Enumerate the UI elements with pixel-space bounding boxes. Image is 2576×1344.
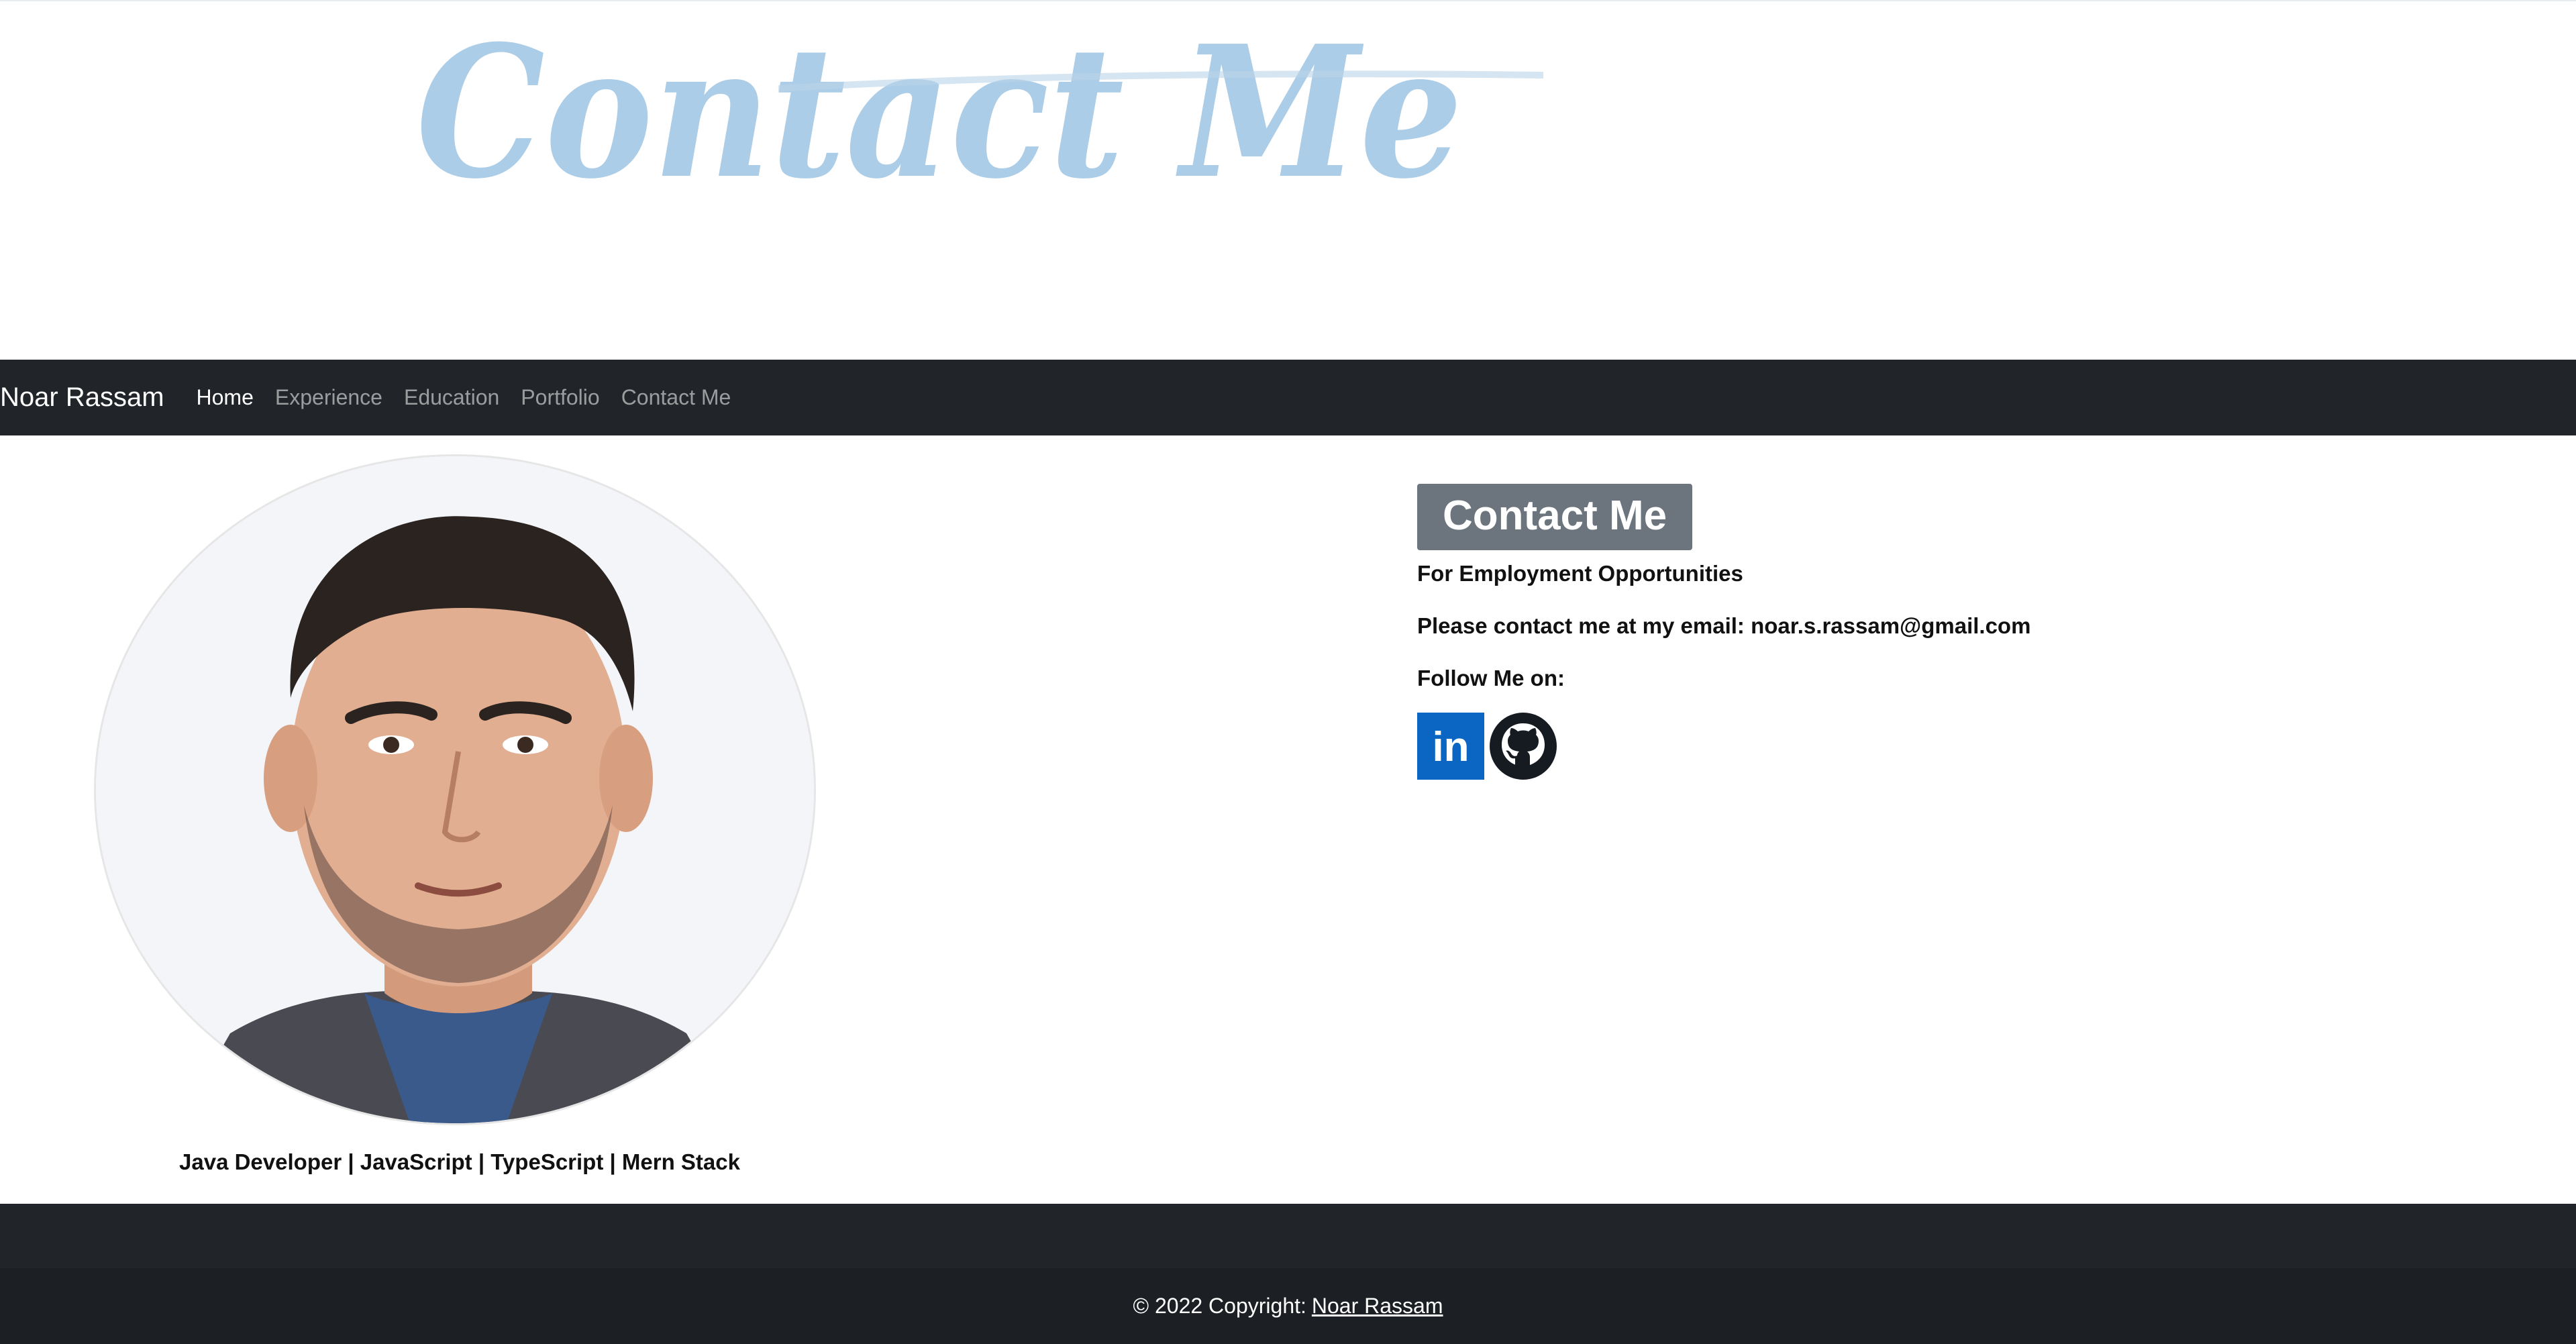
profile-tagline: Java Developer | JavaScript | TypeScript… <box>179 1149 740 1174</box>
footer: © 2022 Copyright: Noar Rassam <box>0 1268 2576 1344</box>
footer-band <box>0 1204 2576 1268</box>
email-text: Please contact me at my email: noar.s.ra… <box>1417 613 2031 638</box>
linkedin-label: in <box>1432 724 1469 770</box>
nav-link-home[interactable]: Home <box>197 385 254 410</box>
social-links: in <box>1417 713 2424 780</box>
nav-link-contact-me[interactable]: Contact Me <box>621 385 731 410</box>
navbar-brand[interactable]: Noar Rassam <box>0 382 164 413</box>
banner-text-primary: Contact Me <box>416 35 1463 216</box>
nav-link-education[interactable]: Education <box>404 385 499 410</box>
follow-text: Follow Me on: <box>1417 666 1565 690</box>
nav-link-portfolio[interactable]: Portfolio <box>521 385 599 410</box>
profile-photo <box>94 454 816 1125</box>
footer-name-link[interactable]: Noar Rassam <box>1312 1294 1443 1319</box>
portrait-illustration <box>96 456 814 1123</box>
contact-me-banner-art: Contact Me <box>416 35 1544 216</box>
main-content: Java Developer | JavaScript | TypeScript… <box>0 435 2576 1204</box>
contact-banner: Contact Me <box>0 0 2576 360</box>
contact-section: Contact Me For Employment Opportunities … <box>1417 484 2424 780</box>
nav-link-experience[interactable]: Experience <box>275 385 382 410</box>
employment-text: For Employment Opportunities <box>1417 561 1743 586</box>
linkedin-icon[interactable]: in <box>1417 713 1484 780</box>
contact-title: Contact Me <box>1417 484 1693 550</box>
github-icon[interactable] <box>1490 713 1557 780</box>
footer-copyright: © 2022 Copyright: <box>1133 1294 1306 1318</box>
top-navbar: Noar Rassam Home Experience Education Po… <box>0 360 2576 435</box>
